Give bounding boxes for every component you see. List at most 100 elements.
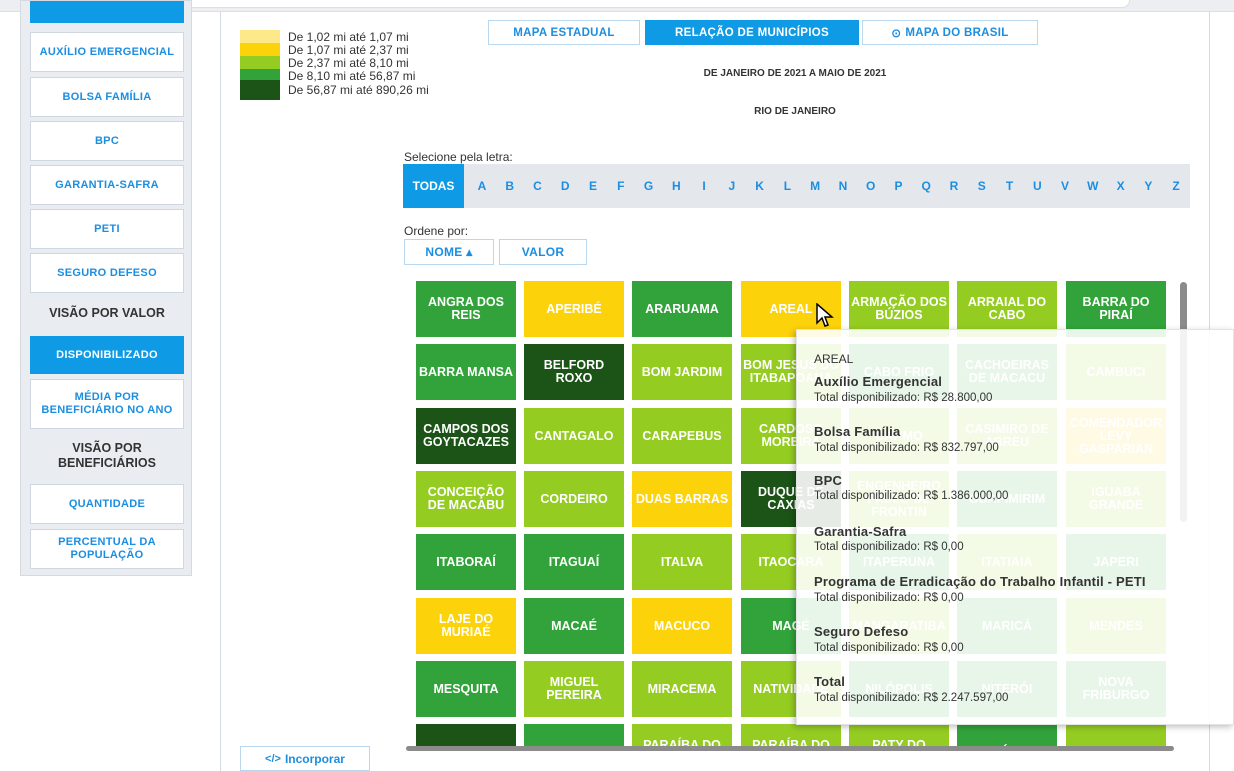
municipality-tile[interactable]: NOVA IGUAÇU [416, 724, 516, 747]
municipality-tile[interactable]: APERIBÉ [524, 281, 624, 337]
legend-label: De 8,10 mi até 56,87 mi [288, 69, 416, 83]
letter-p[interactable]: P [885, 179, 913, 193]
state-caption: RIO DE JANEIRO [754, 106, 836, 117]
letter-j[interactable]: J [718, 179, 746, 193]
letter-n[interactable]: N [829, 179, 857, 193]
municipality-tile[interactable]: LAJE DO MURIAÉ [416, 598, 516, 654]
municipality-tile[interactable]: PINHEIRAL [1066, 724, 1166, 747]
sidebar-item-percentual[interactable]: PERCENTUAL DA POPULAÇÃO [30, 529, 184, 569]
letter-q[interactable]: Q [912, 179, 940, 193]
municipality-tile[interactable]: PETRÓPOLIS [957, 724, 1057, 747]
horizontal-scrollbar[interactable] [406, 746, 1174, 751]
municipality-tile[interactable]: DUAS BARRAS [632, 471, 732, 527]
letter-all[interactable]: TODAS [403, 164, 465, 208]
municipality-tile[interactable]: MACAÉ [524, 598, 624, 654]
sort-nome-button[interactable]: NOME ▴ [404, 239, 494, 265]
letter-i[interactable]: I [690, 179, 718, 193]
tooltip-item-title: Bolsa Família [814, 424, 901, 439]
sidebar-item-auxilio[interactable]: AUXÍLIO EMERGENCIAL [30, 32, 184, 72]
sidebar-heading-valor: VISÃO POR VALOR [49, 305, 165, 320]
legend-label: De 2,37 mi até 8,10 mi [288, 56, 409, 70]
letter-z[interactable]: Z [1162, 179, 1190, 193]
code-icon: </> [265, 752, 281, 765]
municipality-tooltip: AREAL Auxílio Emergencial Total disponibi… [796, 329, 1234, 725]
tab-mapa-estadual[interactable]: MAPA ESTADUAL [488, 20, 640, 45]
letter-filter-bar: TODAS ABCDEFGHIJKLMNOPQRSTUVWXYZ [403, 164, 1190, 208]
municipality-tile[interactable]: PARAÍBA DO SUL [741, 724, 841, 747]
letter-c[interactable]: C [524, 179, 552, 193]
sidebar-item-garantia[interactable]: GARANTIA-SAFRA [30, 165, 184, 205]
tooltip-item-value: Total disponibilizado: R$ 832.797,00 [814, 442, 999, 454]
tooltip-item-title: Total [814, 674, 846, 689]
sidebar-item-peti[interactable]: PETI [30, 209, 184, 249]
legend-item: De 1,02 mi até 1,07 mi [240, 30, 409, 44]
municipality-tile[interactable]: CARAPEBUS [632, 408, 732, 464]
tooltip-name: AREAL [814, 352, 854, 366]
letter-o[interactable]: O [857, 179, 885, 193]
letter-k[interactable]: K [746, 179, 774, 193]
tooltip-item-value: Total disponibilizado: R$ 0,00 [814, 642, 964, 654]
municipality-tile[interactable]: CORDEIRO [524, 471, 624, 527]
letter-e[interactable]: E [579, 179, 607, 193]
municipality-tile[interactable]: CANTAGALO [524, 408, 624, 464]
sidebar-item-media[interactable]: MÉDIA POR BENEFICIÁRIO NO ANO [30, 379, 184, 429]
legend-label: De 1,02 mi até 1,07 mi [288, 30, 409, 44]
legend-label: De 1,07 mi até 2,37 mi [288, 43, 409, 57]
municipality-tile[interactable]: ITABORAÍ [416, 534, 516, 590]
municipality-tile[interactable]: MIGUEL PEREIRA [524, 661, 624, 717]
sidebar-item-seguro[interactable]: SEGURO DEFESO [30, 253, 184, 293]
legend-item: De 2,37 mi até 8,10 mi [240, 56, 409, 70]
letter-f[interactable]: F [607, 179, 635, 193]
letter-a[interactable]: A [468, 179, 496, 193]
embed-button[interactable]: </> Incorporar [240, 746, 370, 771]
municipality-tile[interactable]: ARARUAMA [632, 281, 732, 337]
letter-r[interactable]: R [940, 179, 968, 193]
tab-mapa-brasil-label: MAPA DO BRASIL [905, 26, 1009, 39]
municipality-tile[interactable]: ITAGUAÍ [524, 534, 624, 590]
municipality-tile[interactable]: BELFORD ROXO [524, 344, 624, 400]
letter-x[interactable]: X [1107, 179, 1135, 193]
municipality-tile[interactable]: PARAÍBA DO SUL [632, 724, 732, 747]
municipality-tile[interactable]: ANGRA DOS REIS [416, 281, 516, 337]
sidebar-item-bpc[interactable]: BPC [30, 121, 184, 161]
sidebar-heading-beneficiarios: VISÃO POR BENEFICIÁRIOS [58, 441, 156, 470]
sidebar-item-quantidade[interactable]: QUANTIDADE [30, 484, 184, 524]
tooltip-item-value: Total disponibilizado: R$ 2.247.597,00 [814, 692, 1009, 704]
municipality-tile[interactable]: CAMPOS DOS GOYTACAZES [416, 408, 516, 464]
letter-m[interactable]: M [801, 179, 829, 193]
municipality-tile[interactable]: MESQUITA [416, 661, 516, 717]
sidebar-item-disponibilizado[interactable]: DISPONIBILIZADO [30, 336, 184, 374]
tooltip-item-title: Garantia-Safra [814, 524, 907, 539]
legend-item: De 56,87 mi até 890,26 mi [240, 80, 429, 100]
tooltip-item-title: Programa de Erradicação do Trabalho Infa… [814, 574, 1146, 589]
municipality-tile[interactable]: BARRA MANSA [416, 344, 516, 400]
period-caption: DE JANEIRO DE 2021 A MAIO DE 2021 [703, 68, 887, 79]
letter-w[interactable]: W [1079, 179, 1107, 193]
letter-l[interactable]: L [774, 179, 802, 193]
sidebar-item-bolsa[interactable]: BOLSA FAMÍLIA [30, 77, 184, 117]
tooltip-item-title: Seguro Defeso [814, 624, 909, 639]
sidebar: AUXÍLIO EMERGENCIAL BOLSA FAMÍLIA BPC GA… [20, 0, 192, 576]
tab-mapa-brasil[interactable]: ⊙ MAPA DO BRASIL [862, 20, 1038, 45]
sidebar-active-item-top[interactable] [30, 1, 184, 23]
letter-v[interactable]: V [1051, 179, 1079, 193]
letter-h[interactable]: H [662, 179, 690, 193]
sort-valor-button[interactable]: VALOR [499, 239, 587, 265]
municipality-tile[interactable]: CONCEIÇÃO DE MACABU [416, 471, 516, 527]
letter-g[interactable]: G [635, 179, 663, 193]
municipality-tile[interactable]: MIRACEMA [632, 661, 732, 717]
municipality-tile[interactable]: PATY DO ALFERES [849, 724, 949, 747]
municipality-tile[interactable]: ITALVA [632, 534, 732, 590]
letter-d[interactable]: D [551, 179, 579, 193]
letter-u[interactable]: U [1023, 179, 1051, 193]
letter-b[interactable]: B [496, 179, 524, 193]
tab-relacao-municipios[interactable]: RELAÇÃO DE MUNICÍPIOS [645, 20, 859, 45]
letter-y[interactable]: Y [1134, 179, 1162, 193]
tooltip-item-title: BPC [814, 473, 843, 488]
letter-t[interactable]: T [996, 179, 1024, 193]
municipality-tile[interactable]: MACUCO [632, 598, 732, 654]
municipality-tile[interactable]: BOM JARDIM [632, 344, 732, 400]
letter-s[interactable]: S [968, 179, 996, 193]
municipality-tile[interactable]: PARACAMBI [524, 724, 624, 747]
letter-filter-label: Selecione pela letra: [404, 150, 513, 164]
